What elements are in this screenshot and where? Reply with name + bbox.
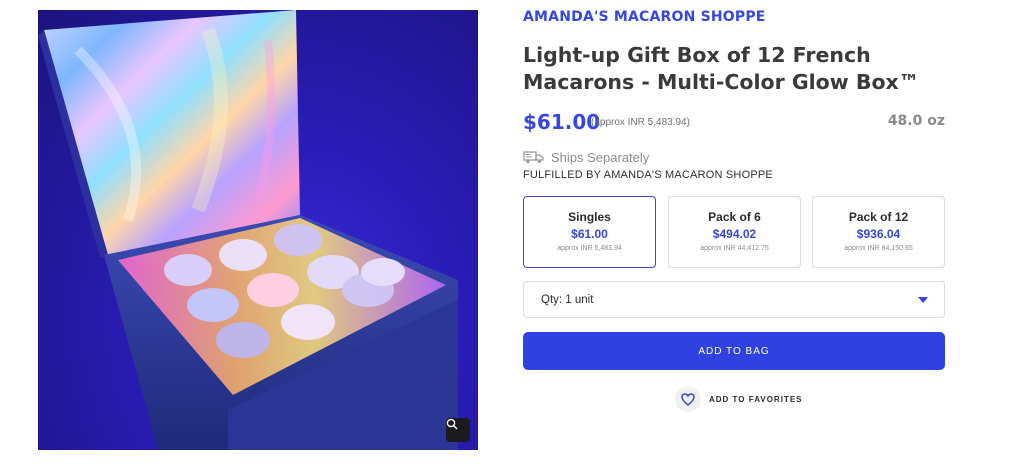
option-name: Singles xyxy=(568,210,611,224)
favorites-label: ADD TO FAVORITES xyxy=(709,394,803,404)
quantity-label: Qty: 1 unit xyxy=(541,294,594,306)
fulfilled-by: FULFILLED BY AMANDA'S MACARON SHOPPE xyxy=(523,169,773,181)
product-price: $61.00 xyxy=(523,110,601,134)
product-title: Light-up Gift Box of 12 French Macarons … xyxy=(523,43,920,94)
option-approx: approx INR 44,412.75 xyxy=(700,245,769,252)
price-approx: (approx INR 5,483.94) xyxy=(591,117,690,128)
option-pack-of-6[interactable]: Pack of 6 $494.02 approx INR 44,412.75 xyxy=(668,196,801,268)
shipping-label: Ships Separately xyxy=(551,149,650,165)
truck-icon xyxy=(523,151,544,164)
price-row: $61.00 (approx INR 5,483.94) 48.0 oz xyxy=(523,110,945,136)
product-image[interactable] xyxy=(38,10,478,450)
magnifier-icon xyxy=(446,418,458,430)
option-price: $936.04 xyxy=(856,227,901,241)
quantity-select[interactable]: Qty: 1 unit xyxy=(523,281,945,318)
brand-link[interactable]: AMANDA'S MACARON SHOPPE xyxy=(523,9,766,25)
option-singles[interactable]: Singles $61.00 approx INR 5,483.94 xyxy=(523,196,656,268)
product-weight: 48.0 oz xyxy=(887,113,945,129)
shipping-note: Ships Separately xyxy=(523,148,649,166)
option-approx: approx INR 5,483.94 xyxy=(557,245,622,252)
macaron-box-illustration xyxy=(38,10,458,450)
zoom-button[interactable] xyxy=(446,418,470,442)
add-to-favorites-button[interactable]: ADD TO FAVORITES xyxy=(675,386,803,412)
option-name: Pack of 12 xyxy=(848,210,909,224)
add-to-bag-button[interactable]: ADD TO BAG xyxy=(523,332,945,370)
pack-options: Singles $61.00 approx INR 5,483.94 Pack … xyxy=(523,196,945,268)
option-name: Pack of 6 xyxy=(708,210,761,224)
chevron-down-icon xyxy=(918,297,928,303)
option-pack-of-12[interactable]: Pack of 12 $936.04 approx INR 84,150.65 xyxy=(812,196,945,268)
option-price: $61.00 xyxy=(571,227,608,241)
option-price: $494.02 xyxy=(712,227,757,241)
option-approx: approx INR 84,150.65 xyxy=(844,245,913,252)
heart-icon xyxy=(675,386,701,412)
